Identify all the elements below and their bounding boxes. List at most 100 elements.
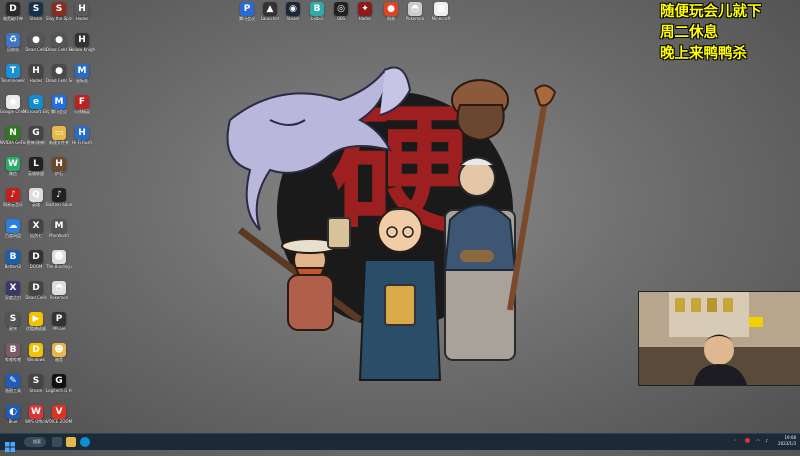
app-icon: N	[6, 126, 20, 140]
desktop-icon[interactable]: S Steam	[25, 374, 47, 404]
desktop-icon[interactable]: GLogitech G HUB	[46, 374, 72, 404]
app-icon: ◉	[286, 2, 300, 16]
taskbar: 搜索 ˄ ◠ ♪ 19:08 2023/1/3	[0, 433, 800, 452]
desktop-icon[interactable]: ●Dead Cells Soundtrack	[46, 64, 72, 94]
desktop-icon[interactable]: ▲ Launcher	[259, 2, 281, 32]
app-icon: ◓	[408, 2, 422, 16]
desktop-icon[interactable]: ▦ Minecraft	[430, 2, 452, 32]
app-icon: ◎	[334, 2, 348, 16]
desktop-icon[interactable]: ♪Bastion Soundtrack	[46, 188, 72, 218]
desktop-icon[interactable]: ▶ 优酷播放器	[25, 312, 47, 342]
desktop-icon[interactable]: D 暗黑破坏神	[2, 2, 24, 32]
app-icon: ♪	[52, 188, 66, 202]
desktop-icon[interactable]: S 星穹	[2, 312, 24, 342]
desktop-icon[interactable]: W WPS Office	[25, 405, 47, 435]
desktop-icon[interactable]: B BetterGI	[2, 250, 24, 280]
desktop-icon[interactable]: M MiniWorld	[48, 219, 70, 249]
desktop-icon-label: PPLive	[52, 326, 66, 331]
desktop-icon[interactable]: ◉Google Chrome	[0, 95, 26, 125]
desktop-icon[interactable]: M 腾讯会议	[48, 95, 70, 125]
desktop-icon[interactable]: H Hi-Fi Rush	[71, 126, 93, 156]
desktop-icon-label: VOICE ZOOMER	[46, 419, 72, 424]
desktop-icon-label: OBS	[336, 16, 346, 21]
app-icon: S	[6, 312, 20, 326]
desktop-icon[interactable]: ♪ 网易云音乐	[2, 188, 24, 218]
desktop-icon[interactable]: H Hades	[71, 2, 93, 32]
desktop-icon[interactable]: D DOOM	[25, 250, 47, 280]
tray-chevron-icon[interactable]: ˄	[734, 439, 736, 444]
desktop-icon[interactable]: NNVIDIA GeForce Experience	[0, 126, 26, 156]
desktop-icon-label: Bastion Soundtrack	[46, 202, 72, 207]
network-icon[interactable]: ◠	[757, 438, 761, 443]
desktop-icon[interactable]: ☻ 暗黑	[48, 343, 70, 373]
clock-date: 2023/1/3	[778, 441, 796, 446]
desktop-icon[interactable]: ● 网易	[380, 2, 402, 32]
app-icon: L	[29, 157, 43, 171]
app-icon: T	[6, 64, 20, 78]
desktop-icon[interactable]: ◓ Pokemon	[48, 281, 70, 311]
desktop-icon[interactable]: Q 英雄	[25, 188, 47, 218]
system-clock[interactable]: 19:08 2023/1/3	[774, 435, 796, 447]
desktop-icon[interactable]: ♻ 回收站	[2, 33, 24, 63]
desktop-icon[interactable]: ✦ Hades	[354, 2, 376, 32]
app-icon: ◓	[52, 281, 66, 295]
desktop-icon-label: 炉石	[55, 171, 63, 176]
app-icon: H	[29, 64, 43, 78]
desktop-icon[interactable]: ✎ 画图工具	[2, 374, 24, 404]
app-icon: W	[6, 157, 20, 171]
volume-icon[interactable]: ♪	[765, 438, 768, 443]
desktop-icon[interactable]: G 原神(原神)	[25, 126, 47, 156]
app-icon: e	[29, 95, 43, 109]
app-icon: D	[29, 281, 43, 295]
desktop-icon[interactable]: D Dead Cells	[25, 281, 47, 311]
app-icon: B	[6, 343, 20, 357]
desktop-icon[interactable]: H Hades	[25, 64, 47, 94]
desktop-icon[interactable]: ●Dead Cells Soundtrack	[46, 33, 72, 63]
task-view-icon[interactable]	[52, 437, 62, 447]
app-icon: ▲	[263, 2, 277, 16]
desktop-icon[interactable]: H Hollow Knight	[69, 33, 95, 63]
desktop-icon[interactable]: L 英雄联盟	[25, 157, 47, 187]
desktop-icon[interactable]: H 炉石	[48, 157, 70, 187]
desktop-icon[interactable]: D Windows	[25, 343, 47, 373]
desktop-icon[interactable]: eMicrosoft Edge	[23, 95, 49, 125]
app-icon: ◉	[6, 95, 20, 109]
desktop-icon[interactable]: W 微信	[2, 157, 24, 187]
desktop-icon[interactable]: VVOICE ZOOMER	[46, 405, 72, 435]
app-icon: ☁	[6, 219, 20, 233]
desktop-icon[interactable]: P PPLive	[48, 312, 70, 342]
app-icon: ●	[52, 64, 66, 78]
desktop-icon[interactable]: X 异度之刃	[2, 281, 24, 311]
tray-app-icon[interactable]	[745, 438, 750, 443]
desktop-icon[interactable]: ◎ OBS	[330, 2, 352, 32]
desktop-icon[interactable]: F 火线精英	[71, 95, 93, 125]
start-button[interactable]	[5, 437, 15, 452]
app-icon: S	[29, 374, 43, 388]
app-icon: F	[75, 95, 89, 109]
desktop-icon[interactable]: ● Dead Cells	[25, 33, 47, 63]
desktop-icon[interactable]: ▭ 新建文件夹	[48, 126, 70, 156]
app-icon: ●	[384, 2, 398, 16]
file-explorer-icon[interactable]	[66, 437, 76, 447]
desktop-icon[interactable]: ☻The Binding of Isaac	[46, 250, 72, 280]
desktop-icon[interactable]: T TeamViewer	[1, 64, 25, 94]
app-icon: M	[52, 219, 66, 233]
desktop-icon[interactable]: ◓ Pokemon	[404, 2, 426, 32]
app-icon: H	[75, 126, 89, 140]
app-icon: M	[52, 95, 66, 109]
desktop-icon[interactable]: S Slay the Spire	[46, 2, 72, 32]
desktop-icon[interactable]: S Steam	[25, 2, 47, 32]
desktop-icon[interactable]: M 鼠标宏	[71, 64, 93, 94]
desktop-icon[interactable]: B 哔哩哔哩	[2, 343, 24, 373]
desktop-icon[interactable]: ☁ 百度网盘	[2, 219, 24, 249]
desktop-icon[interactable]: X 仙剑七	[25, 219, 47, 249]
app-icon: M	[75, 64, 89, 78]
desktop-icon[interactable]: Bbilibili	[306, 2, 328, 32]
desktop-icon[interactable]: ◐ Blue	[2, 405, 24, 435]
app-icon: S	[52, 2, 66, 16]
desktop-icon[interactable]: P 腾讯会议	[236, 2, 258, 32]
desktop-icon-label: MiniWorld	[49, 233, 69, 238]
edge-icon[interactable]	[80, 437, 90, 447]
desktop-icon[interactable]: ◉ Steam	[282, 2, 304, 32]
taskbar-search[interactable]: 搜索	[24, 437, 46, 447]
